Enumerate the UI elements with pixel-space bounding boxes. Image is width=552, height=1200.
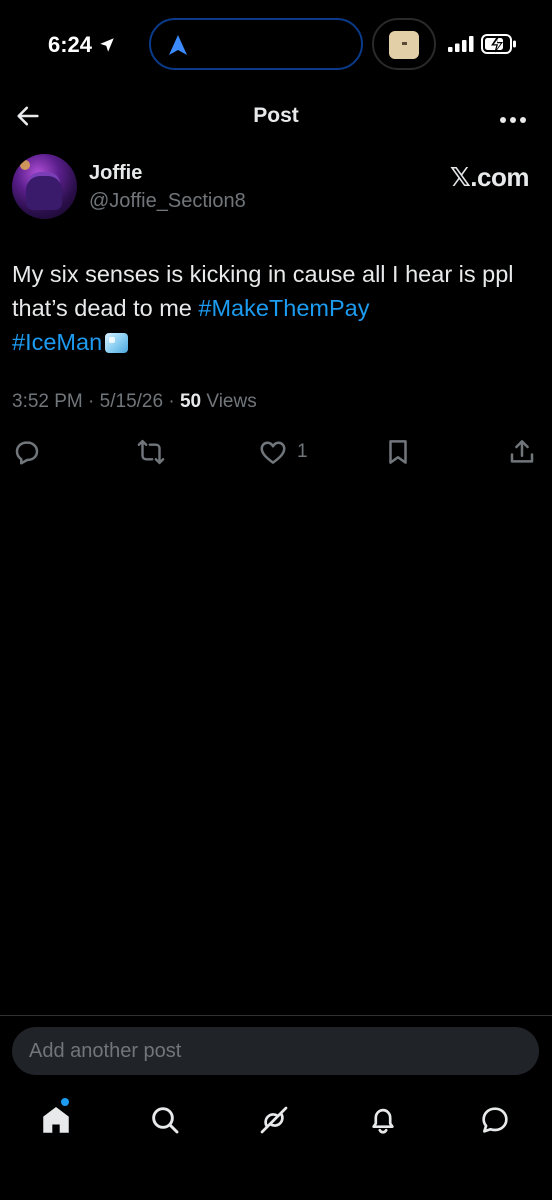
x-watermark: 𝕏.com [449, 162, 530, 192]
status-bar: 6:24 [0, 0, 552, 90]
home-icon [43, 1106, 69, 1133]
nav-grok[interactable] [254, 1100, 294, 1140]
more-horizontal-icon [500, 117, 526, 123]
reply-divider [0, 1015, 552, 1016]
battery-charging-icon [481, 34, 516, 54]
ice-cube-emoji [105, 333, 129, 353]
post-time: 3:52 PM [12, 391, 83, 412]
grok-icon [260, 1106, 288, 1134]
reply-button[interactable] [12, 434, 42, 470]
home-unread-dot [61, 1098, 69, 1106]
top-app-bar: Post [0, 90, 552, 140]
location-arrow-icon [100, 38, 114, 52]
reply-input[interactable] [12, 1027, 539, 1075]
views-label[interactable]: Views [206, 391, 256, 412]
post-meta: 3:52 PM · 5/15/26 · 50 Views [12, 391, 257, 413]
post-date: 5/15/26 [99, 391, 164, 412]
post-action-bar: 1 [0, 434, 552, 474]
like-button[interactable]: 1 [258, 434, 308, 470]
nav-messages[interactable] [475, 1100, 515, 1140]
repost-button[interactable] [134, 434, 168, 470]
bookmark-icon [389, 440, 407, 464]
avatar[interactable] [12, 154, 77, 219]
meta-separator: · [82, 391, 100, 412]
navigation-arrow-icon [169, 35, 187, 55]
share-icon [510, 440, 534, 463]
search-icon [152, 1107, 179, 1134]
author-handle[interactable]: @Joffie_Section8 [89, 190, 246, 213]
bookmark-button[interactable] [383, 434, 413, 470]
activity-thumbnail [389, 31, 419, 59]
status-time: 6:24 [48, 32, 93, 57]
author-display-name[interactable]: Joffie [89, 162, 142, 185]
reply-icon [15, 441, 39, 465]
nav-home[interactable] [36, 1100, 76, 1140]
page-title: Post [253, 104, 299, 127]
like-count: 1 [297, 441, 308, 462]
hashtag-link[interactable]: #IceMan [12, 329, 102, 355]
dynamic-island-navigation[interactable] [149, 18, 363, 70]
messages-icon [482, 1107, 508, 1133]
bell-icon [372, 1108, 394, 1134]
post-text: My six senses is kicking in cause all I … [12, 257, 540, 359]
hashtag-link[interactable]: #MakeThemPay [198, 295, 369, 321]
repost-icon [137, 439, 165, 465]
nav-notifications[interactable] [363, 1100, 403, 1140]
bottom-navigation [0, 1090, 552, 1150]
share-button[interactable] [507, 434, 537, 470]
nav-search[interactable] [145, 1100, 185, 1140]
cellular-signal-icon [448, 36, 474, 52]
status-clock: 6:24 [48, 32, 116, 58]
heart-icon [260, 441, 286, 464]
post-detail-screen: 6:24 Post Joffie @Joffie_Section8 𝕏.com … [0, 0, 552, 1200]
more-options-button[interactable] [498, 112, 528, 123]
meta-separator: · [163, 391, 180, 412]
views-count[interactable]: 50 [180, 391, 201, 412]
dynamic-island-activity[interactable] [372, 18, 436, 70]
